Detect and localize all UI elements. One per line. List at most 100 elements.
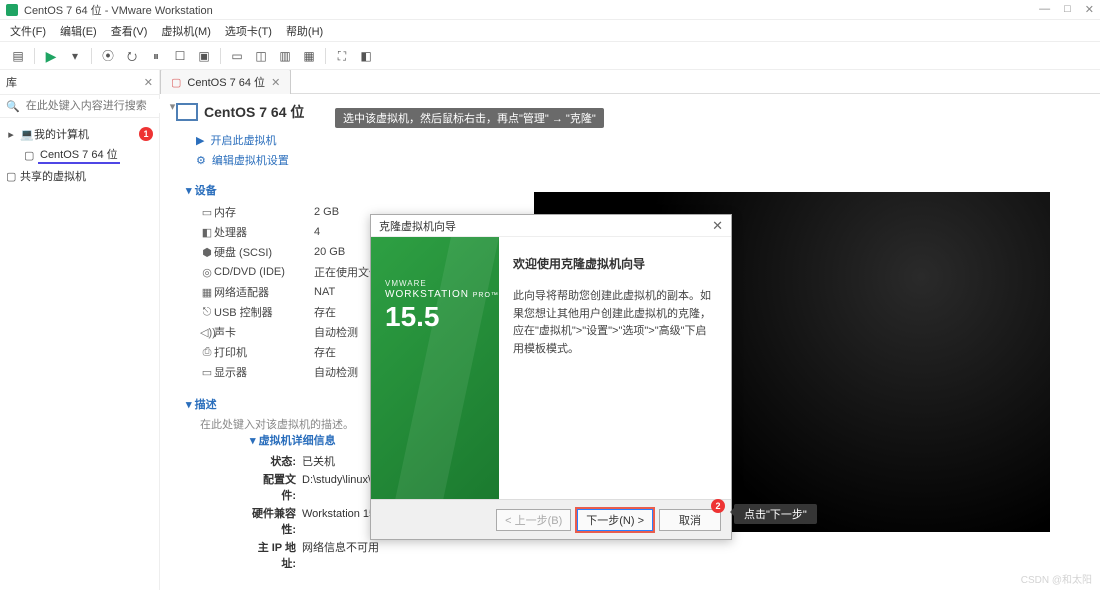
chev-down-icon[interactable]: ▾ [67,48,83,64]
suspend-icon[interactable]: ⏸ [148,48,164,64]
device-value: 自动检测 [314,364,358,380]
device-icon: ▦ [200,286,214,299]
tree-shared-label: 共享的虚拟机 [20,168,86,184]
monitor-icon [176,103,198,121]
library-icon[interactable]: ▤ [10,48,26,64]
device-value: 4 [314,226,320,238]
menu-help[interactable]: 帮助(H) [286,23,323,39]
computer-icon: 💻 [20,128,30,141]
app-logo-icon [6,4,18,16]
device-value: 存在 [314,304,336,320]
menu-view[interactable]: 查看(V) [111,23,148,39]
close-button[interactable]: ✕ [1085,3,1094,16]
power-on-label: 开启此虚拟机 [210,132,276,148]
vm-title: CentOS 7 64 位 [204,102,304,122]
watermark: CSDN @和太阳 [1021,571,1092,586]
layout4-icon[interactable]: ▦ [301,48,317,64]
window-titlebar: CentOS 7 64 位 - VMware Workstation — □ ✕ [0,0,1100,20]
shared-icon: ▢ [6,170,16,183]
wizard-back-button: < 上一步(B) [496,509,571,531]
device-value: NAT [314,286,335,298]
tab-close-icon[interactable]: ✕ [271,76,280,89]
details-label: 状态: [250,453,302,469]
maximize-button[interactable]: □ [1064,3,1071,16]
window-title: CentOS 7 64 位 - VMware Workstation [24,2,1039,18]
search-icon: 🔍 [6,100,20,113]
device-icon: ⎙ [200,346,214,359]
wizard-footer: < 上一步(B) 下一步(N) > 取消 [371,499,731,539]
device-value: 20 GB [314,246,345,258]
layout3-icon[interactable]: ▥ [277,48,293,64]
edit-settings-label: 编辑虚拟机设置 [212,152,289,168]
unity-icon[interactable]: ◧ [358,48,374,64]
gear-icon: ⚙ [196,154,206,167]
device-icon: ◧ [200,226,214,239]
tree-vm-item[interactable]: ▢ CentOS 7 64 位 [6,144,153,166]
play-icon: ▶ [196,134,204,147]
sidebar-close-icon[interactable]: ✕ [144,76,153,89]
device-name: 硬盘 (SCSI) [214,244,314,260]
annotation-tooltip-2: 点击"下一步" [734,504,817,524]
tree-shared[interactable]: ▢ 共享的虚拟机 [6,166,153,186]
sidebar-header: 库 ✕ [0,70,159,95]
power-on-action[interactable]: ▶ 开启此虚拟机 [196,130,1084,150]
device-name: 显示器 [214,364,314,380]
vm-icon: ▢ [24,149,34,162]
tree-vm-label: CentOS 7 64 位 [38,146,120,164]
fullscreen-icon[interactable]: ⛶ [334,48,350,64]
wizard-brand: WORKSTATION PRO™ [385,289,499,300]
toolbar: ▤ ▶ ▾ ⦿ ⭮ ⏸ ☐ ▣ ▭ ◫ ▥ ▦ ⛶ ◧ [0,42,1100,70]
vm-actions: ▶ 开启此虚拟机 ⚙ 编辑虚拟机设置 [196,130,1084,170]
device-icon: ◁)) [200,326,214,339]
annotation-callout-1: 1 [139,127,153,141]
device-value: 存在 [314,344,336,360]
device-name: USB 控制器 [214,304,314,320]
search-input[interactable] [24,99,170,113]
wizard-paragraph: 此向导将帮助您创建此虚拟机的副本。如果您想让其他用户创建此虚拟机的克隆，应在"虚… [513,288,717,358]
menubar: 文件(F) 编辑(E) 查看(V) 虚拟机(M) 选项卡(T) 帮助(H) [0,20,1100,42]
wizard-next-button[interactable]: 下一步(N) > [577,509,653,531]
menu-edit[interactable]: 编辑(E) [60,23,97,39]
device-name: 处理器 [214,224,314,240]
wizard-titlebar: 克隆虚拟机向导 ✕ [371,215,731,237]
wizard-cancel-button[interactable]: 取消 [659,509,721,531]
toolbar-separator [220,48,221,64]
device-icon: ▭ [200,206,214,219]
device-name: 打印机 [214,344,314,360]
menu-tabs[interactable]: 选项卡(T) [225,23,272,39]
play-icon[interactable]: ▶ [43,48,59,64]
toolbar-separator [91,48,92,64]
tree-root[interactable]: ▸ 💻 我的计算机 1 [6,124,153,144]
wizard-title: 克隆虚拟机向导 [379,218,456,234]
toolbar-separator [325,48,326,64]
tab-vm[interactable]: ▢ CentOS 7 64 位 ✕ [160,70,291,94]
minimize-button[interactable]: — [1039,3,1050,16]
edit-settings-action[interactable]: ⚙ 编辑虚拟机设置 [196,150,1084,170]
snapshot-mgr-icon[interactable]: ▣ [196,48,212,64]
library-sidebar: 库 ✕ 🔍 ▾ ▸ 💻 我的计算机 1 ▢ CentOS 7 64 位 ▢ 共享… [0,70,160,590]
details-row: 主 IP 地址:网络信息不可用 [250,538,637,572]
shutdown-icon[interactable]: ⭮ [124,48,140,64]
device-icon: ◎ [200,266,214,279]
device-icon: ▭ [200,366,214,379]
toolbar-separator [34,48,35,64]
wizard-heading: 欢迎使用克隆虚拟机向导 [513,255,717,272]
stop-icon[interactable]: ⦿ [100,48,116,64]
layout1-icon[interactable]: ▭ [229,48,245,64]
menu-file[interactable]: 文件(F) [10,23,46,39]
tab-label: CentOS 7 64 位 [187,74,265,90]
details-value: 已关机 [302,453,335,469]
clone-wizard-dialog: 克隆虚拟机向导 ✕ VMWARE WORKSTATION PRO™ 15.5 欢… [370,214,732,540]
snapshot-icon[interactable]: ☐ [172,48,188,64]
wizard-content: 欢迎使用克隆虚拟机向导 此向导将帮助您创建此虚拟机的副本。如果您想让其他用户创建… [499,237,731,499]
device-icon: ⎋ [200,306,214,319]
menu-vm[interactable]: 虚拟机(M) [161,23,211,39]
device-name: 网络适配器 [214,284,314,300]
window-controls: — □ ✕ [1039,3,1094,16]
sidebar-search: 🔍 ▾ [0,95,159,118]
annotation-tooltip-1: 选中该虚拟机，然后鼠标右击，再点"管理" → "克隆" [335,108,604,128]
device-name: CD/DVD (IDE) [214,266,314,278]
wizard-close-icon[interactable]: ✕ [712,218,723,234]
layout2-icon[interactable]: ◫ [253,48,269,64]
wizard-version: 15.5 [385,301,440,333]
